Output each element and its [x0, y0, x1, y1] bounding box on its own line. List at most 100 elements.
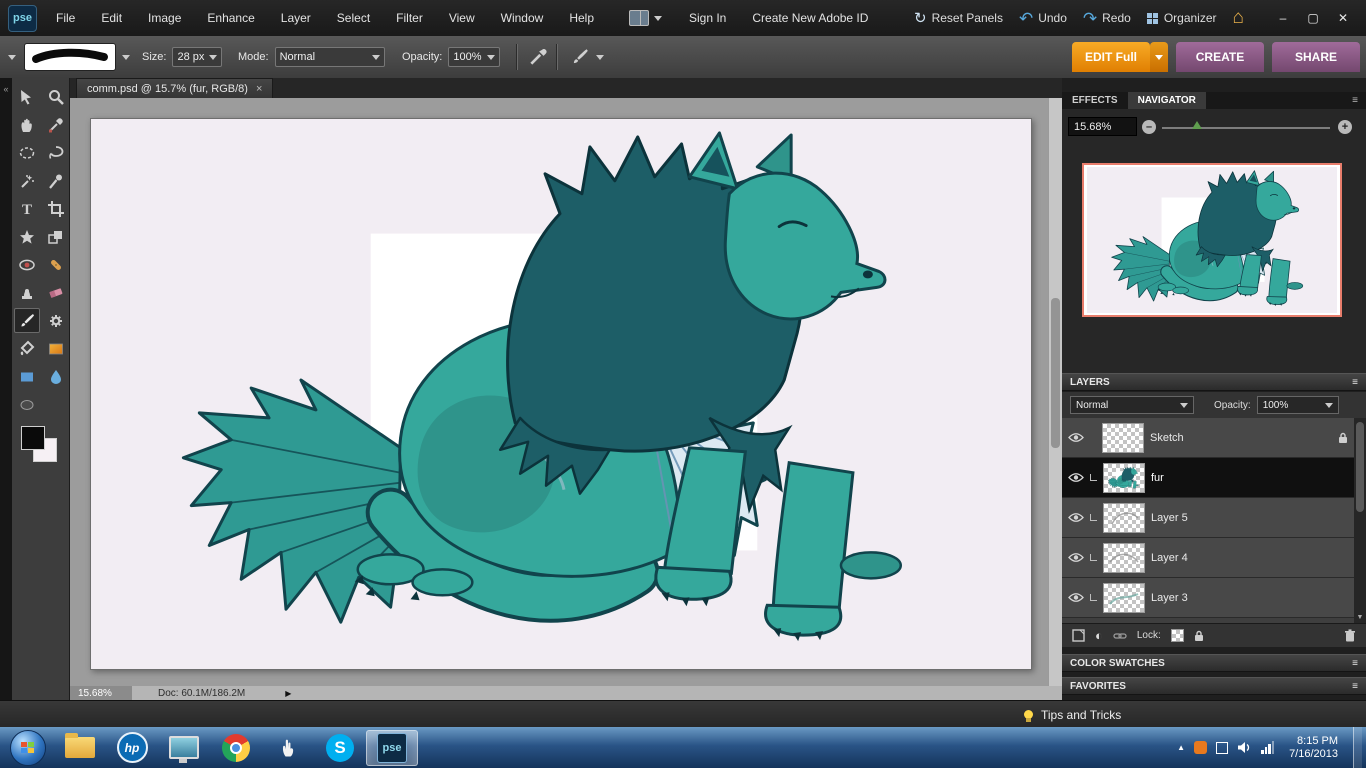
visibility-eye-icon[interactable]: [1068, 432, 1084, 443]
zoom-slider-track[interactable]: [1162, 127, 1330, 129]
sponge-tool[interactable]: [14, 392, 40, 417]
paint-bucket-tool[interactable]: [14, 336, 40, 361]
opacity-dropdown[interactable]: 100%: [448, 47, 499, 67]
scroll-down-icon[interactable]: ▼: [1354, 611, 1366, 623]
hand-tool[interactable]: [14, 112, 40, 137]
menu-window[interactable]: Window: [488, 0, 557, 36]
layer-thumbnail[interactable]: [1102, 423, 1144, 453]
menu-enhance[interactable]: Enhance: [194, 0, 267, 36]
new-adjustment-layer-icon[interactable]: ◐: [1095, 628, 1103, 643]
menu-file[interactable]: File: [43, 0, 88, 36]
zoom-tool[interactable]: [43, 84, 69, 109]
canvas-area[interactable]: [70, 98, 1062, 686]
menu-filter[interactable]: Filter: [383, 0, 436, 36]
clone-stamp-tool[interactable]: [14, 280, 40, 305]
menu-image[interactable]: Image: [135, 0, 194, 36]
panel-menu-icon[interactable]: ≡: [1352, 658, 1358, 669]
visibility-eye-icon[interactable]: [1068, 552, 1084, 563]
canvas-image[interactable]: [90, 118, 1032, 670]
move-tool[interactable]: [14, 84, 40, 109]
brush-stroke-preview[interactable]: [24, 43, 116, 71]
taskbar-pse-button[interactable]: pse: [366, 730, 418, 766]
smart-brush-tool[interactable]: [43, 308, 69, 333]
visibility-eye-icon[interactable]: [1068, 592, 1084, 603]
home-button[interactable]: ⌂: [1233, 7, 1244, 29]
lasso-tool[interactable]: [43, 140, 69, 165]
tips-link[interactable]: Tips and Tricks: [1041, 708, 1121, 722]
layer-name[interactable]: Sketch: [1150, 432, 1184, 444]
layer-thumbnail[interactable]: [1103, 463, 1145, 493]
rectangle-tool[interactable]: [14, 364, 40, 389]
crop-tool[interactable]: [43, 196, 69, 221]
tray-expand-icon[interactable]: ▲: [1177, 743, 1185, 752]
tool-options-chevron-icon[interactable]: [8, 55, 16, 60]
zoom-level[interactable]: 15.68%: [70, 686, 132, 700]
minimize-button[interactable]: –: [1270, 8, 1296, 28]
blur-tool[interactable]: [43, 364, 69, 389]
organizer-button[interactable]: Organizer: [1147, 11, 1217, 25]
foreground-color-chip[interactable]: [21, 426, 45, 450]
healing-brush-tool[interactable]: [43, 252, 69, 277]
color-swatches-panel-header[interactable]: COLOR SWATCHES ≡: [1062, 654, 1366, 672]
layers-panel-header[interactable]: LAYERS ≡: [1062, 373, 1366, 391]
tray-app-icon[interactable]: [1216, 742, 1228, 754]
zoom-in-button[interactable]: +: [1338, 120, 1352, 134]
cookie-cutter-tool[interactable]: [14, 224, 40, 249]
menu-layer[interactable]: Layer: [268, 0, 324, 36]
lock-all-icon[interactable]: [1194, 630, 1204, 642]
blend-mode-dropdown[interactable]: Normal: [275, 47, 385, 67]
delete-layer-trash-icon[interactable]: [1344, 629, 1356, 642]
show-desktop-button[interactable]: [1353, 727, 1362, 768]
layer-row-sketch[interactable]: Sketch: [1062, 418, 1354, 458]
network-signal-icon[interactable]: [1261, 741, 1274, 754]
workspace-layout-picker[interactable]: [629, 10, 662, 26]
layer-blend-mode-dropdown[interactable]: Normal: [1070, 396, 1194, 414]
marquee-tool[interactable]: [14, 140, 40, 165]
layer-thumbnail[interactable]: [1103, 503, 1145, 533]
menu-edit[interactable]: Edit: [88, 0, 135, 36]
layer-opacity-dropdown[interactable]: 100%: [1257, 396, 1339, 414]
layer-name[interactable]: fur: [1151, 472, 1164, 484]
panel-menu-icon[interactable]: ≡: [1344, 92, 1366, 109]
tablet-brush-options[interactable]: [570, 36, 604, 78]
eraser-tool[interactable]: [43, 280, 69, 305]
status-expand-arrow-icon[interactable]: ▶: [285, 689, 291, 698]
tab-close-icon[interactable]: ×: [256, 83, 262, 95]
favorites-panel-header[interactable]: FAVORITES ≡: [1062, 677, 1366, 695]
sign-in-link[interactable]: Sign In: [676, 0, 739, 36]
document-tab[interactable]: comm.psd @ 15.7% (fur, RGB/8) ×: [76, 78, 273, 98]
start-button[interactable]: [10, 730, 46, 766]
type-tool[interactable]: T: [14, 196, 40, 221]
layer-row-3[interactable]: Layer 3: [1062, 578, 1354, 618]
tab-navigator[interactable]: NAVIGATOR: [1128, 92, 1206, 109]
layer-name[interactable]: Layer 3: [1151, 592, 1188, 604]
panel-menu-icon[interactable]: ≡: [1352, 377, 1358, 388]
panel-menu-icon[interactable]: ≡: [1352, 681, 1358, 692]
taskbar-clock[interactable]: 8:15 PM 7/16/2013: [1289, 735, 1338, 761]
close-button[interactable]: ✕: [1330, 8, 1356, 28]
link-layers-icon[interactable]: [1113, 631, 1127, 641]
layer-thumbnail[interactable]: [1103, 543, 1145, 573]
layer-name[interactable]: Layer 5: [1151, 512, 1188, 524]
maximize-button[interactable]: ▢: [1300, 8, 1326, 28]
visibility-eye-icon[interactable]: [1068, 512, 1084, 523]
gradient-tool[interactable]: [43, 336, 69, 361]
layers-scrollbar[interactable]: ▼: [1354, 418, 1366, 623]
taskbar-touch-app-button[interactable]: [262, 730, 314, 766]
taskbar-chrome-button[interactable]: [210, 730, 262, 766]
create-button[interactable]: CREATE: [1176, 42, 1264, 72]
menu-select[interactable]: Select: [324, 0, 383, 36]
visibility-eye-icon[interactable]: [1068, 472, 1084, 483]
taskbar-skype-button[interactable]: S: [314, 730, 366, 766]
red-eye-tool[interactable]: [14, 252, 40, 277]
tab-effects[interactable]: EFFECTS: [1062, 92, 1128, 109]
taskbar-hp-button[interactable]: hp: [106, 730, 158, 766]
taskbar-monitor-button[interactable]: [158, 730, 210, 766]
layer-thumbnail[interactable]: [1103, 583, 1145, 613]
panel-collapse-rail[interactable]: «: [0, 78, 12, 700]
zoom-out-button[interactable]: –: [1142, 120, 1156, 134]
share-button[interactable]: SHARE: [1272, 42, 1360, 72]
shape-stack-tool[interactable]: [43, 224, 69, 249]
taskbar-explorer-button[interactable]: [54, 730, 106, 766]
brush-picker-chevron-icon[interactable]: [122, 55, 130, 60]
